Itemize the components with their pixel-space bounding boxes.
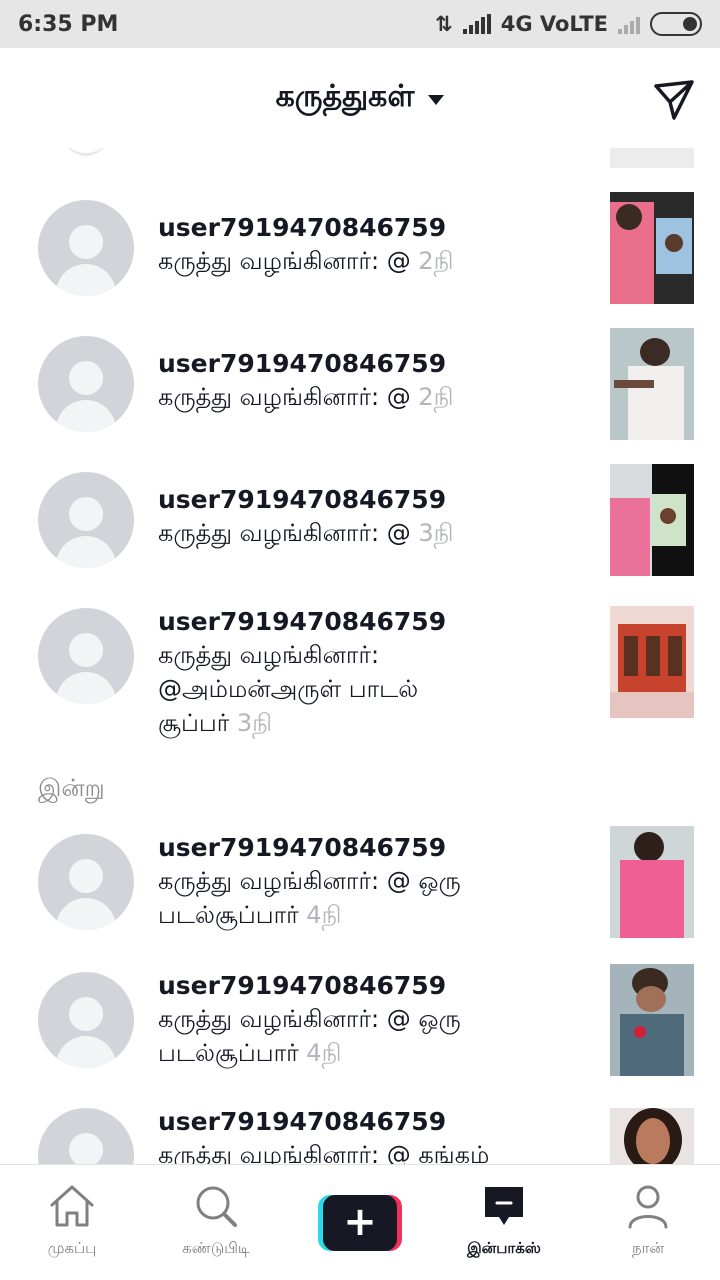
comment-line: கருத்து வழங்கினார்: @ ஒரு bbox=[158, 1005, 461, 1033]
username[interactable]: user7919470846759 bbox=[158, 1106, 588, 1138]
search-icon bbox=[196, 1186, 237, 1227]
comment-line: கருத்து வழங்கினார்: @ bbox=[158, 383, 411, 411]
inbox-icon bbox=[485, 1187, 523, 1225]
time-ago: 4நி bbox=[306, 1039, 342, 1067]
avatar[interactable] bbox=[38, 834, 134, 930]
nav-label: கண்டுபிடி bbox=[182, 1239, 250, 1257]
comment-text: கருத்து வழங்கினார்: @ 2நி bbox=[158, 380, 588, 414]
notification-list[interactable]: user7919470846759 கருத்து வழங்கினார்: @ … bbox=[0, 148, 720, 1164]
nav-label: நான் bbox=[631, 1239, 664, 1257]
notification-row[interactable]: user7919470846759 கருத்து வழங்கினார்: @அ… bbox=[0, 598, 720, 748]
home-icon bbox=[50, 1185, 94, 1227]
avatar[interactable] bbox=[38, 608, 134, 704]
video-thumbnail[interactable] bbox=[610, 826, 694, 938]
bottom-nav: முகப்பு கண்டுபிடி + இன்பாக்ஸ் நான் bbox=[0, 1164, 720, 1280]
nav-label: இன்பாக்ஸ் bbox=[467, 1239, 541, 1257]
comment-line: கருத்து வழங்கினார்: bbox=[158, 641, 380, 669]
video-thumbnail[interactable] bbox=[610, 464, 694, 576]
video-thumbnail[interactable] bbox=[610, 192, 694, 304]
nav-discover[interactable]: கண்டுபிடி bbox=[144, 1165, 288, 1280]
comment-text: படல்சூப்பார் 4நி bbox=[158, 1036, 588, 1070]
avatar[interactable] bbox=[38, 472, 134, 568]
notification-row[interactable]: user7919470846759 கருத்து வழங்கினார்: @ … bbox=[0, 190, 720, 310]
comment-line: @அம்மன்அருள் பாடல் bbox=[158, 675, 419, 703]
notification-row[interactable]: user7919470846759 கருத்து வழங்கினார்: @ … bbox=[0, 824, 720, 954]
comment-line: படல்சூப்பார் bbox=[158, 1039, 299, 1067]
video-thumbnail[interactable] bbox=[610, 606, 694, 718]
page-header: கருத்துகள் bbox=[0, 48, 720, 148]
video-thumbnail[interactable] bbox=[610, 1108, 694, 1164]
signal-icon bbox=[462, 14, 491, 34]
title-dropdown[interactable]: கருத்துகள் bbox=[276, 79, 445, 118]
username[interactable]: user7919470846759 bbox=[158, 832, 588, 864]
username[interactable]: user7919470846759 bbox=[158, 606, 588, 638]
video-thumbnail[interactable] bbox=[610, 148, 694, 168]
username[interactable]: user7919470846759 bbox=[158, 970, 588, 1002]
comment-line: சூப்பர் bbox=[158, 709, 230, 737]
comment-line: கருத்து வழங்கினார்: @ ஒரு bbox=[158, 867, 461, 895]
notification-row[interactable]: user7919470846759 கருத்து வழங்கினார்: @ … bbox=[0, 462, 720, 582]
page-title: கருத்துகள் bbox=[275, 78, 415, 114]
video-thumbnail[interactable] bbox=[610, 328, 694, 440]
partial-row bbox=[0, 148, 720, 170]
username[interactable]: user7919470846759 bbox=[158, 212, 588, 244]
username[interactable]: user7919470846759 bbox=[158, 348, 588, 380]
comment-text: படல்சூப்பார் 4நி bbox=[158, 898, 588, 932]
network-label: 4G VoLTE bbox=[500, 12, 608, 36]
time-ago: 4நி bbox=[306, 901, 342, 929]
comment-line: கருத்து வழங்கினார்: @ bbox=[158, 247, 411, 275]
comment-line: கருத்து வழங்கினார்: @ bbox=[158, 519, 411, 547]
comment-text: கருத்து வழங்கினார்: @ 2நி bbox=[158, 244, 588, 278]
status-time: 6:35 PM bbox=[18, 11, 119, 37]
avatar[interactable] bbox=[38, 1108, 134, 1164]
notification-row[interactable]: user7919470846759 கருத்து வழங்கினார்: @ … bbox=[0, 326, 720, 446]
plus-icon: + bbox=[318, 1195, 402, 1251]
avatar[interactable] bbox=[38, 972, 134, 1068]
avatar[interactable] bbox=[38, 200, 134, 296]
video-thumbnail[interactable] bbox=[610, 964, 694, 1076]
send-icon[interactable] bbox=[652, 78, 696, 122]
status-bar: 6:35 PM ⇅ 4G VoLTE bbox=[0, 0, 720, 48]
profile-icon bbox=[628, 1185, 668, 1229]
time-ago: 3நி bbox=[418, 519, 454, 547]
comment-text: கருத்து வழங்கினார்: @ 3நி bbox=[158, 516, 588, 550]
comment-line: கருத்து வழங்கினார்: @ கங்கம் bbox=[158, 1141, 490, 1164]
time-ago: 2நி bbox=[418, 383, 454, 411]
avatar[interactable] bbox=[38, 336, 134, 432]
comment-text: சூப்பர் 3நி bbox=[158, 706, 588, 740]
nav-inbox[interactable]: இன்பாக்ஸ் bbox=[432, 1165, 576, 1280]
data-arrows-icon: ⇅ bbox=[435, 12, 453, 36]
nav-label: முகப்பு bbox=[47, 1239, 97, 1257]
time-ago: 3நி bbox=[236, 709, 273, 737]
nav-create[interactable]: + bbox=[288, 1165, 432, 1280]
time-ago: 2நி bbox=[418, 247, 454, 275]
notification-row[interactable]: user7919470846759 கருத்து வழங்கினார்: @ … bbox=[0, 1098, 720, 1164]
username[interactable]: user7919470846759 bbox=[158, 484, 588, 516]
comment-line: படல்சூப்பார் bbox=[158, 901, 299, 929]
section-header-today: இன்று bbox=[38, 774, 105, 802]
caret-down-icon bbox=[428, 95, 445, 105]
status-icons: ⇅ 4G VoLTE bbox=[435, 12, 702, 36]
battery-icon bbox=[650, 12, 702, 36]
avatar bbox=[62, 148, 110, 156]
signal-2-icon bbox=[618, 14, 640, 34]
nav-home[interactable]: முகப்பு bbox=[0, 1165, 144, 1280]
notification-row[interactable]: user7919470846759 கருத்து வழங்கினார்: @ … bbox=[0, 962, 720, 1092]
nav-profile[interactable]: நான் bbox=[576, 1165, 720, 1280]
